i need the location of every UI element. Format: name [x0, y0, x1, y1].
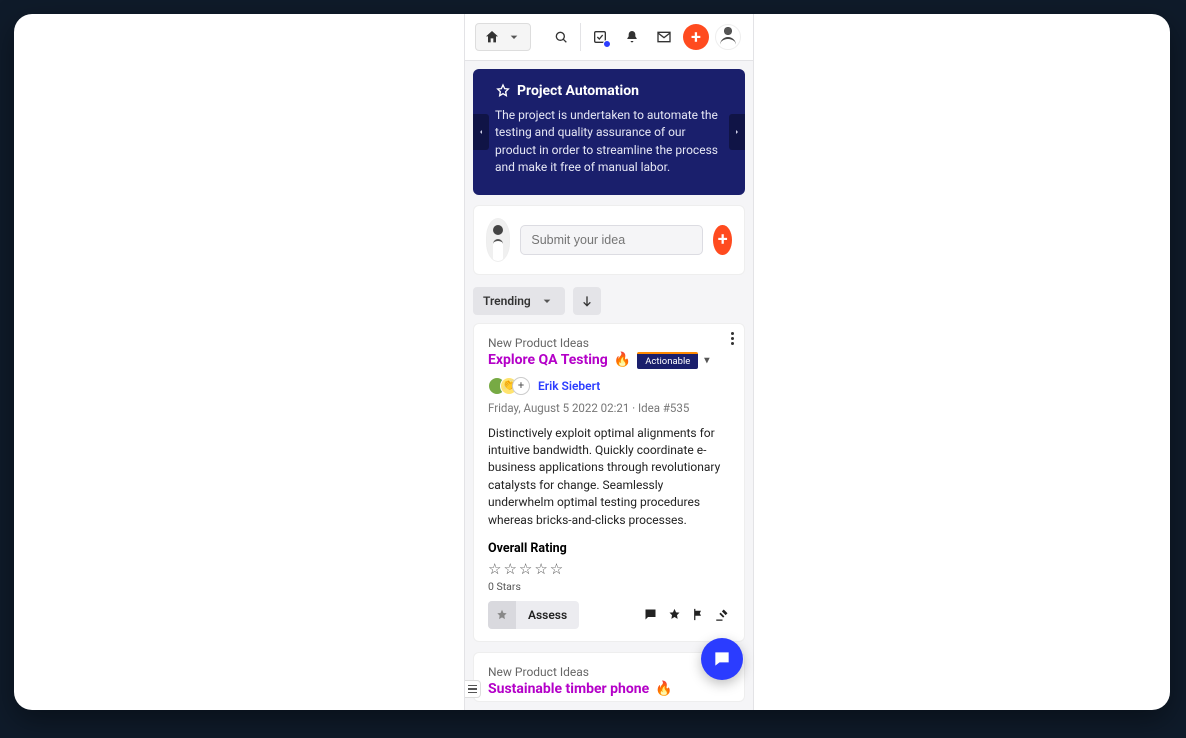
rating-stars[interactable]: ☆☆☆☆☆ — [488, 560, 730, 578]
create-button[interactable]: + — [681, 22, 711, 52]
idea-meta: Friday, August 5 2022 02:21 · Idea #535 — [488, 401, 730, 415]
assess-label: Assess — [516, 608, 579, 622]
add-reaction-button[interactable]: + — [512, 377, 530, 395]
bell-icon — [624, 29, 640, 45]
star-filled-icon — [488, 601, 516, 629]
current-user-avatar — [486, 218, 510, 262]
idea-category: New Product Ideas — [488, 336, 730, 350]
notification-dot — [603, 40, 611, 48]
idea-category: New Product Ideas — [488, 665, 730, 679]
home-dropdown[interactable] — [475, 23, 531, 51]
hero-next-button[interactable] — [729, 114, 745, 150]
star-icon[interactable] — [666, 607, 682, 623]
submit-idea-card: + — [473, 205, 745, 275]
rating-value: 0 Stars — [488, 580, 730, 593]
fire-icon: 🔥 — [614, 352, 631, 368]
arrow-down-icon — [579, 293, 595, 309]
status-caret-icon[interactable]: ▾ — [704, 355, 709, 366]
plus-icon: + — [683, 24, 709, 50]
fire-icon: 🔥 — [655, 681, 672, 697]
card-menu-button[interactable] — [731, 332, 734, 345]
status-pill[interactable]: Actionable — [637, 352, 698, 369]
chat-fab[interactable] — [701, 638, 743, 680]
search-button[interactable] — [546, 22, 576, 52]
device-frame: + Project Automation The project is unde… — [14, 14, 1170, 710]
home-icon — [484, 29, 500, 45]
mail-icon — [656, 29, 672, 45]
hero-title: Project Automation — [517, 83, 639, 99]
messages-button[interactable] — [649, 22, 679, 52]
drawer-toggle[interactable] — [465, 680, 481, 698]
project-hero-card: Project Automation The project is undert… — [473, 69, 745, 195]
author-link[interactable]: Erik Siebert — [538, 379, 600, 393]
search-icon — [553, 29, 569, 45]
sort-direction-button[interactable] — [573, 287, 601, 315]
idea-body: Distinctively exploit optimal alignments… — [488, 425, 730, 529]
idea-title-link[interactable]: Sustainable timber phone — [488, 681, 649, 697]
submit-idea-input[interactable] — [520, 225, 703, 255]
user-avatar — [715, 24, 741, 50]
notifications-button[interactable] — [617, 22, 647, 52]
caret-down-icon — [506, 29, 522, 45]
hero-description: The project is undertaken to automate th… — [495, 107, 723, 177]
sort-dropdown[interactable]: Trending — [473, 287, 565, 315]
top-nav: + — [465, 14, 753, 61]
profile-menu[interactable] — [713, 22, 743, 52]
idea-card: New Product Ideas Explore QA Testing 🔥 A… — [473, 323, 745, 642]
tasks-button[interactable] — [585, 22, 615, 52]
caret-down-icon — [539, 293, 555, 309]
hero-prev-button[interactable] — [473, 114, 489, 150]
app-viewport: + Project Automation The project is unde… — [464, 14, 754, 710]
star-outline-icon — [495, 83, 511, 99]
rating-heading: Overall Rating — [488, 541, 730, 556]
idea-title-link[interactable]: Explore QA Testing — [488, 352, 608, 368]
reactions-cluster[interactable]: 👏 + — [488, 377, 530, 395]
assess-button[interactable]: Assess — [488, 601, 579, 629]
filter-bar: Trending — [465, 283, 753, 323]
comment-icon[interactable] — [642, 607, 658, 623]
sort-label: Trending — [483, 294, 531, 308]
flag-icon[interactable] — [690, 607, 706, 623]
gavel-icon[interactable] — [714, 607, 730, 623]
submit-idea-button[interactable]: + — [713, 225, 732, 255]
chat-icon — [712, 649, 732, 669]
